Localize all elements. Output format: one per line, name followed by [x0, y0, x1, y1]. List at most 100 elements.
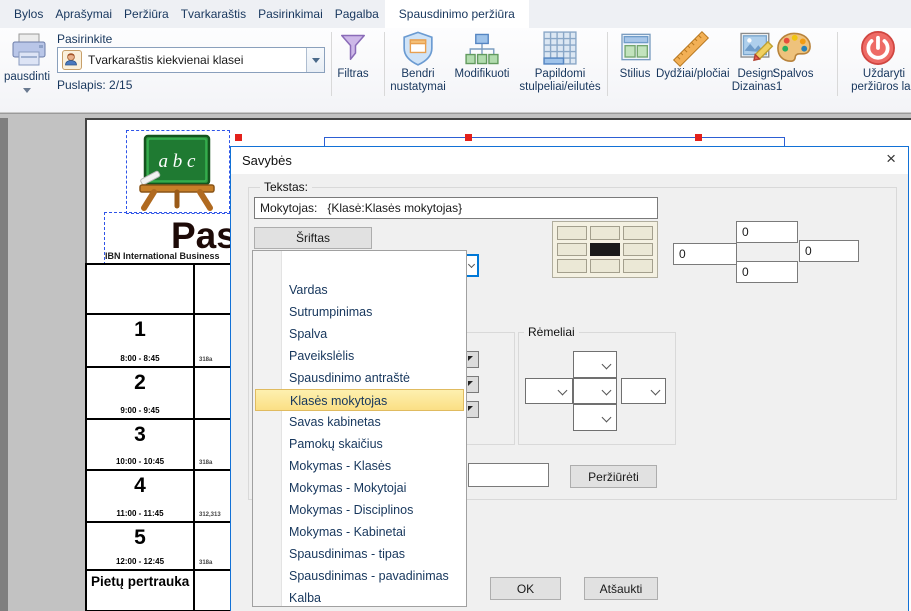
lesson-room: 318a [199, 560, 212, 566]
margin-left-input[interactable] [673, 243, 737, 265]
menu-item-bylos[interactable]: Bylos [8, 0, 49, 28]
text-group-label: Tekstas: [260, 180, 312, 194]
lesson-number: 1 [87, 318, 193, 342]
cancel-button-label: Atšaukti [600, 582, 643, 596]
modify-button[interactable]: Modifikuoti [446, 28, 518, 112]
lesson-number: 3 [87, 423, 193, 447]
colors-button[interactable]: Spalvos [766, 28, 820, 112]
timetable-select[interactable]: Tvarkaraštis kiekvienai klasei [57, 47, 325, 73]
align-cell[interactable] [557, 226, 587, 240]
lesson-time: 9:00 - 9:45 [87, 406, 193, 415]
lesson-room: 318a [199, 357, 212, 363]
field-dropdown-list: Vardas Sutrumpinimas Spalva Paveikslėlis… [252, 250, 467, 607]
page-status: Puslapis: 2/15 [57, 79, 132, 92]
dropdown-item[interactable]: Spausdinimas - tipas [253, 543, 466, 565]
align-cell[interactable] [557, 259, 587, 273]
border-right-select[interactable] [621, 378, 666, 404]
preview-button[interactable]: Peržiūrėti [570, 465, 657, 488]
preview-value-input[interactable] [468, 463, 549, 487]
dropdown-item-selected[interactable]: Klasės mokytojas [255, 389, 464, 411]
font-button[interactable]: Šriftas [254, 227, 372, 249]
dropdown-item[interactable]: Spausdinimas - pavadinimas [253, 565, 466, 587]
menu-item-tvarkarastis[interactable]: Tvarkaraštis [175, 0, 252, 28]
align-cell[interactable] [590, 259, 620, 273]
border-left-select[interactable] [525, 378, 573, 404]
margin-right-input[interactable] [799, 240, 859, 262]
style-button[interactable]: Stilius [611, 28, 659, 112]
logo-letters: a b c [159, 151, 197, 172]
dropdown-item[interactable]: Kalba [253, 587, 466, 607]
dialog-title: Savybės [242, 153, 292, 168]
logo-element[interactable]: a b c [126, 130, 230, 214]
lesson-number: 4 [87, 474, 193, 498]
dropdown-item[interactable]: Vardas [253, 279, 466, 301]
dialog-titlebar[interactable]: Savybės × [231, 147, 908, 174]
selection-handle[interactable] [695, 134, 702, 141]
lesson-time: 8:00 - 8:45 [87, 354, 193, 363]
align-cell-selected[interactable] [590, 243, 620, 257]
ok-button-label: OK [517, 582, 534, 596]
timetable-select-arrow[interactable] [306, 48, 324, 72]
margin-top-input[interactable] [736, 221, 798, 243]
filter-icon [338, 33, 368, 63]
dropdown-item[interactable]: Mokymas - Kabinetai [253, 521, 466, 543]
filter-label: Filtras [326, 68, 380, 81]
align-cell[interactable] [623, 243, 653, 257]
teacher-icon [62, 50, 82, 70]
shield-icon [401, 31, 435, 67]
sizes-label: Dydžiai/pločiai [656, 68, 728, 81]
colors-label: Spalvos [766, 68, 820, 81]
dropdown-item[interactable]: Spalva [253, 323, 466, 345]
margin-bottom-input[interactable] [736, 261, 798, 283]
org-chart-icon [464, 32, 500, 66]
filter-button[interactable]: Filtras [326, 28, 380, 112]
dropdown-item[interactable]: Sutrumpinimas [253, 301, 466, 323]
align-cell[interactable] [590, 226, 620, 240]
print-button[interactable]: pausdinti [0, 28, 54, 112]
lesson-number: 2 [87, 371, 193, 395]
sizes-button[interactable]: Dydžiai/pločiai [656, 28, 728, 112]
dropdown-item[interactable]: Paveikslėlis [253, 345, 466, 367]
printer-icon [10, 33, 48, 69]
lesson-time: 11:00 - 11:45 [87, 509, 193, 518]
extra-columns-label: Papildomi stulpeliai/eilutės [514, 68, 606, 94]
align-cell[interactable] [623, 226, 653, 240]
border-top-select[interactable] [573, 351, 617, 378]
dropdown-item[interactable]: Savas kabinetas [253, 411, 466, 433]
table-grid-icon [542, 30, 578, 66]
print-label: pausdinti [0, 71, 54, 84]
print-dropdown-arrow-icon[interactable] [23, 88, 31, 93]
cancel-button[interactable]: Atšaukti [584, 577, 658, 600]
dropdown-item[interactable]: Pamokų skaičius [253, 433, 466, 455]
lesson-time: 12:00 - 12:45 [87, 557, 193, 566]
dropdown-item[interactable]: Mokymas - Mokytojai [253, 477, 466, 499]
dropdown-item[interactable]: Mokymas - Klasės [253, 455, 466, 477]
lesson-room: 312,313 [199, 512, 221, 518]
power-icon [859, 29, 897, 67]
extra-columns-button[interactable]: Papildomi stulpeliai/eilutės [514, 28, 606, 112]
align-cell[interactable] [557, 243, 587, 257]
toolbar-separator [837, 32, 838, 96]
selection-handle[interactable] [235, 134, 242, 141]
lesson-room: 318a [199, 460, 212, 466]
selection-handle[interactable] [465, 134, 472, 141]
menu-item-perziura[interactable]: Peržiūra [118, 0, 175, 28]
close-preview-button[interactable]: Uždaryti peržiūros lan [841, 28, 911, 112]
tab-spausdinimo-perziura[interactable]: Spausdinimo peržiūra [385, 0, 529, 28]
align-cell[interactable] [623, 259, 653, 273]
menu-item-pasirinkimai[interactable]: Pasirinkimai [252, 0, 329, 28]
ok-button[interactable]: OK [490, 577, 561, 600]
app-window: Bylos Aprašymai Peržiūra Tvarkaraštis Pa… [0, 0, 911, 611]
dropdown-item[interactable]: Mokymas - Disciplinos [253, 499, 466, 521]
border-bottom-select[interactable] [573, 404, 617, 431]
close-icon[interactable]: × [886, 149, 896, 169]
menu-item-aprasymai[interactable]: Aprašymai [49, 0, 118, 28]
border-center-select[interactable] [573, 378, 617, 404]
text-value-input[interactable] [254, 197, 658, 219]
preview-button-label: Peržiūrėti [588, 470, 639, 484]
lesson-time: 10:00 - 10:45 [87, 457, 193, 466]
dropdown-item[interactable]: Spausdinimo antraštė [253, 367, 466, 389]
menu-item-pagalba[interactable]: Pagalba [329, 0, 385, 28]
ruler-icon [668, 28, 714, 70]
general-settings-button[interactable]: Bendri nustatymai [385, 28, 451, 112]
